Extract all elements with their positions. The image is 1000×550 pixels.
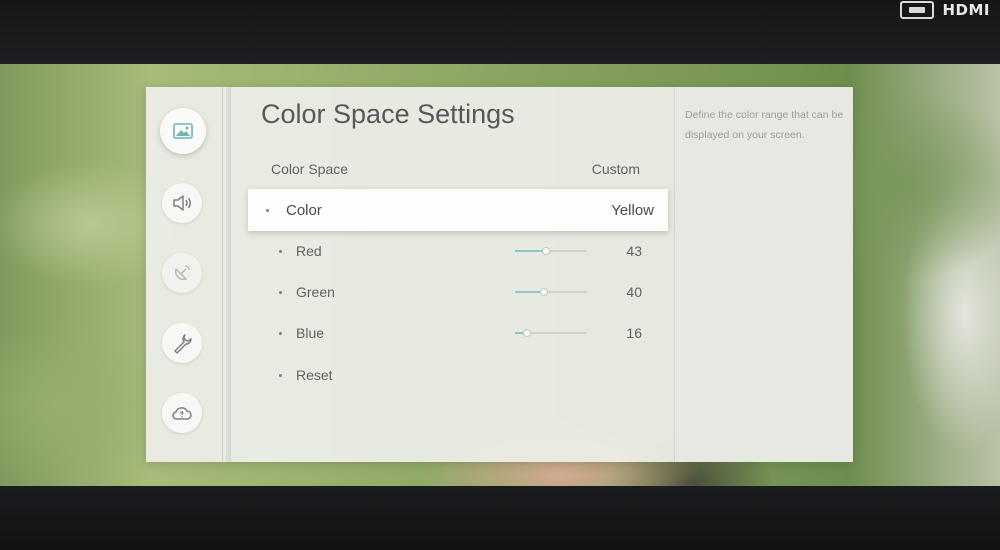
input-source-label: HDMI bbox=[942, 1, 990, 19]
hdmi-port-icon bbox=[900, 1, 935, 19]
red-label: Red bbox=[296, 243, 322, 259]
cloud-help-icon[interactable] bbox=[162, 393, 202, 433]
color-space-row[interactable]: Color Space Custom bbox=[246, 149, 666, 189]
color-value: Yellow bbox=[611, 201, 654, 219]
red-slider[interactable] bbox=[515, 247, 587, 255]
red-channel-row[interactable]: Red 43 bbox=[246, 231, 666, 271]
settings-sidebar bbox=[146, 87, 223, 462]
green-slider[interactable] bbox=[515, 288, 587, 296]
letterbox-top bbox=[0, 0, 1000, 64]
tv-screen: HDMI Color Space Settings Color Space Cu… bbox=[0, 0, 1000, 550]
green-slider-knob[interactable] bbox=[540, 288, 548, 296]
color-label: Color bbox=[286, 201, 322, 219]
color-space-panel: Color Space Settings Color Space Custom … bbox=[246, 87, 676, 462]
red-slider-knob[interactable] bbox=[542, 247, 550, 255]
letterbox-bottom bbox=[0, 486, 1000, 550]
bullet bbox=[279, 249, 282, 253]
blue-slider-knob[interactable] bbox=[523, 329, 531, 337]
satellite-dish-icon[interactable] bbox=[162, 253, 202, 293]
blue-value: 16 bbox=[626, 325, 642, 341]
page-title: Color Space Settings bbox=[261, 99, 515, 129]
green-label: Green bbox=[296, 284, 335, 300]
color-space-value: Custom bbox=[591, 161, 640, 177]
green-channel-row[interactable]: Green 40 bbox=[246, 272, 666, 312]
blue-label: Blue bbox=[296, 325, 325, 341]
speaker-icon[interactable] bbox=[162, 183, 202, 223]
help-panel: Define the color range that can be displ… bbox=[674, 87, 853, 462]
settings-menu: Color Space Settings Color Space Custom … bbox=[146, 87, 853, 462]
bullet bbox=[279, 331, 282, 335]
red-value: 43 bbox=[626, 243, 642, 259]
bullet bbox=[279, 373, 282, 377]
bullet bbox=[279, 290, 282, 294]
picture-icon[interactable] bbox=[160, 108, 206, 154]
bullet bbox=[266, 208, 269, 212]
blue-channel-row[interactable]: Blue 16 bbox=[246, 313, 666, 353]
reset-row[interactable]: Reset bbox=[246, 355, 666, 395]
wrench-icon[interactable] bbox=[162, 323, 202, 363]
input-source-indicator: HDMI bbox=[900, 1, 990, 19]
reset-label: Reset bbox=[296, 367, 333, 383]
color-row[interactable]: Color Yellow bbox=[248, 189, 668, 231]
blue-slider[interactable] bbox=[515, 329, 587, 337]
help-text: Define the color range that can be displ… bbox=[685, 109, 844, 141]
color-space-label: Color Space bbox=[271, 161, 349, 177]
green-value: 40 bbox=[626, 284, 642, 300]
sidebar-divider bbox=[226, 87, 231, 462]
